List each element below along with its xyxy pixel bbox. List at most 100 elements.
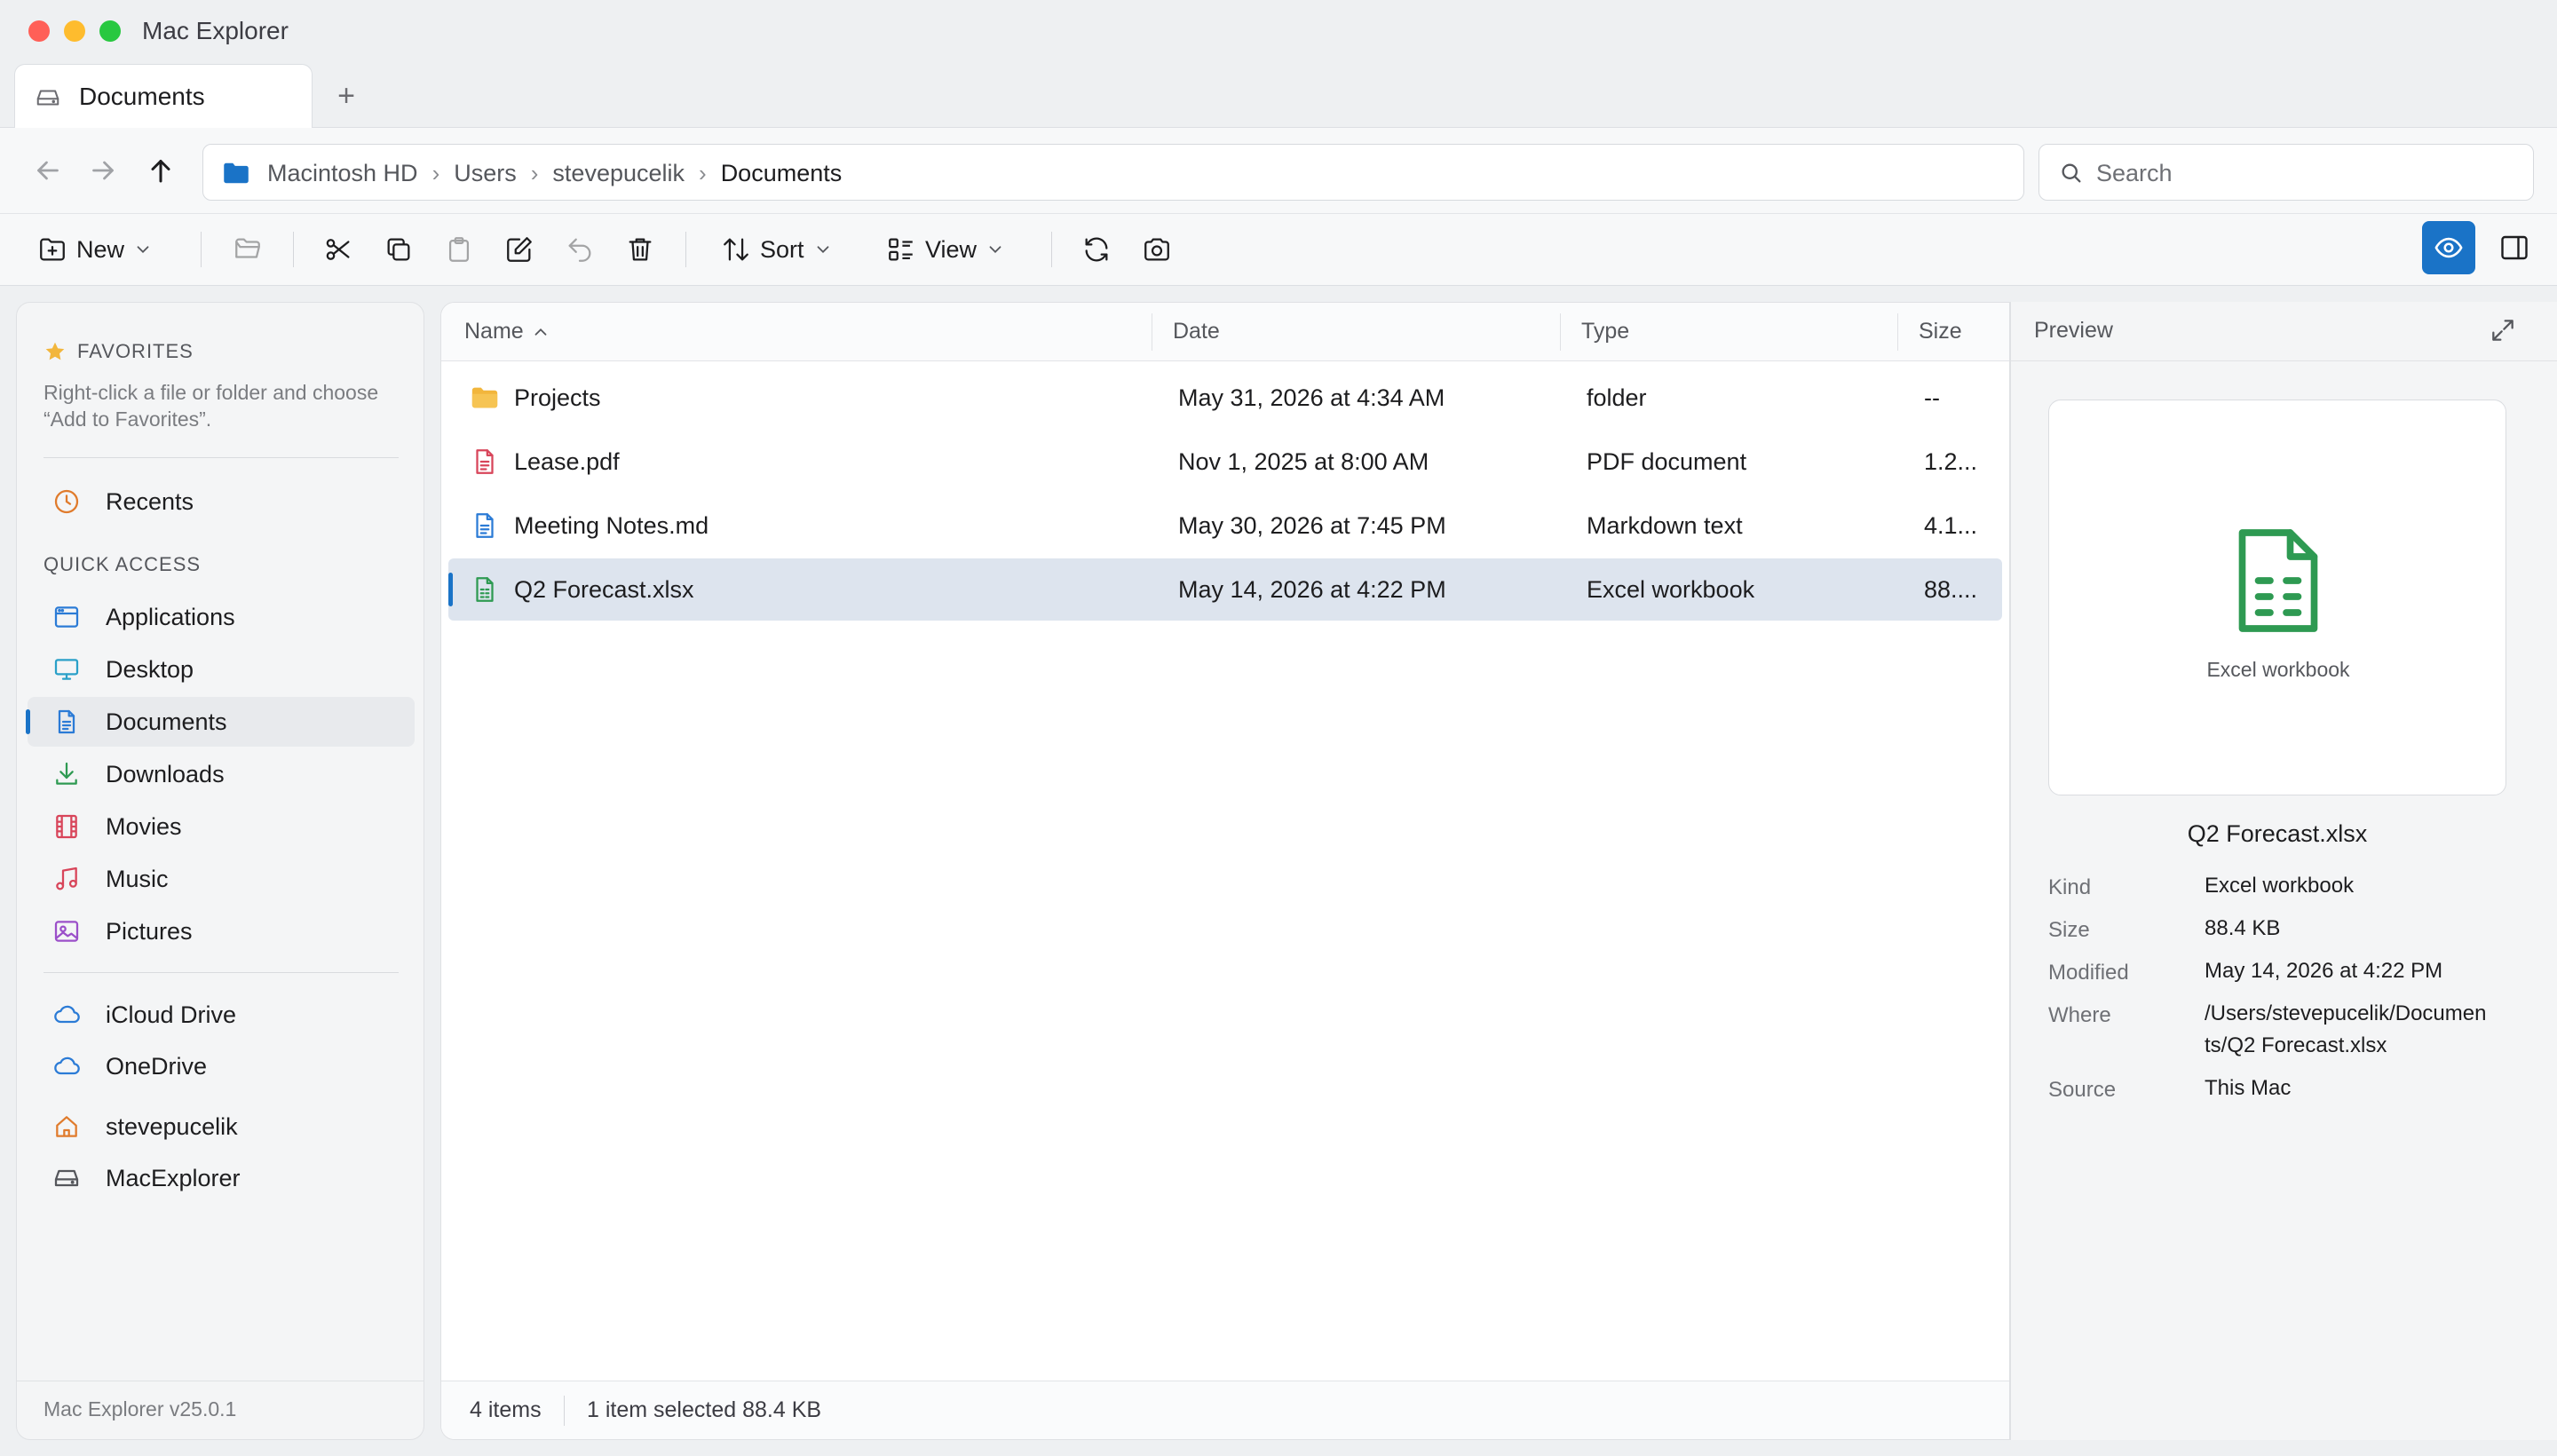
- cloud-icon: [54, 1005, 80, 1024]
- column-header-type[interactable]: Type: [1581, 319, 1629, 344]
- sidebar-item-pictures[interactable]: Pictures: [28, 906, 415, 956]
- sidebar-item-label: Recents: [106, 488, 194, 515]
- trash-icon: [629, 238, 652, 261]
- sidebar-item-onedrive[interactable]: OneDrive: [28, 1041, 415, 1091]
- sidebar: FAVORITES Right-click a file or folder a…: [16, 302, 424, 1440]
- download-icon: [56, 762, 77, 785]
- expand-icon[interactable]: [2489, 316, 2517, 344]
- drive-icon: [36, 90, 59, 106]
- screenshot-button[interactable]: [1142, 228, 1172, 271]
- refresh-button[interactable]: [1081, 228, 1112, 271]
- search-box: [2038, 144, 2534, 201]
- new-tab-button[interactable]: +: [330, 80, 362, 112]
- sort-button-label: Sort: [760, 235, 804, 263]
- preview-toggle-button[interactable]: [2422, 221, 2475, 274]
- file-name: Meeting Notes.md: [514, 512, 709, 539]
- meta-value-size: 88.4 KB: [2205, 916, 2281, 940]
- folder-icon: [471, 387, 498, 408]
- tab-bar: Documents +: [0, 64, 2557, 128]
- file-name: Lease.pdf: [514, 448, 620, 475]
- sidebar-panel-toggle-button[interactable]: [2493, 226, 2536, 269]
- tab-label: Documents: [79, 83, 205, 110]
- chevron-down-icon: [137, 246, 149, 254]
- paste-button[interactable]: [444, 228, 474, 271]
- folder-icon: [224, 162, 249, 184]
- refresh-icon: [1085, 237, 1108, 262]
- up-button[interactable]: [145, 154, 177, 186]
- file-date: May 31, 2026 at 4:34 AM: [1178, 384, 1445, 411]
- sidebar-item-downloads[interactable]: Downloads: [28, 749, 415, 799]
- sidebar-item-movies[interactable]: Movies: [28, 802, 415, 851]
- file-row-q2-forecast[interactable]: Q2 Forecast.xlsx May 14, 2026 at 4:22 PM…: [448, 558, 2002, 621]
- column-header-date[interactable]: Date: [1173, 319, 1220, 344]
- column-header: Name Date Type Size: [441, 303, 2009, 361]
- file-row-meeting-notes[interactable]: Meeting Notes.md May 30, 2026 at 7:45 PM…: [448, 495, 2002, 557]
- clock-icon: [54, 489, 79, 514]
- column-header-label: Date: [1173, 319, 1220, 344]
- version-label: Mac Explorer v25.0.1: [44, 1397, 237, 1420]
- minimize-window-button[interactable]: [64, 20, 85, 42]
- film-icon: [56, 814, 77, 839]
- toolbar-divider: [293, 232, 294, 267]
- search-input[interactable]: [2096, 154, 2513, 193]
- column-divider[interactable]: [1560, 313, 1561, 351]
- new-button[interactable]: New: [37, 228, 153, 271]
- drive-icon: [54, 1169, 79, 1187]
- toolbar-divider: [201, 232, 202, 267]
- file-size: --: [1924, 384, 1940, 411]
- copy-button[interactable]: [384, 228, 414, 271]
- file-row-lease-pdf[interactable]: Lease.pdf Nov 1, 2025 at 8:00 AM PDF doc…: [448, 431, 2002, 493]
- cut-button[interactable]: [323, 228, 353, 271]
- sidebar-item-desktop[interactable]: Desktop: [28, 645, 415, 694]
- column-header-size[interactable]: Size: [1919, 319, 1962, 344]
- breadcrumb-stevepucelik[interactable]: stevepucelik: [540, 160, 697, 187]
- view-button[interactable]: View: [886, 228, 1005, 271]
- sort-button[interactable]: Sort: [721, 228, 833, 271]
- title-bar: Mac Explorer: [0, 0, 2557, 64]
- close-window-button[interactable]: [28, 20, 50, 42]
- zoom-window-button[interactable]: [99, 20, 121, 42]
- sidebar-item-applications[interactable]: Applications: [28, 592, 415, 642]
- file-type: Excel workbook: [1587, 576, 1755, 603]
- panel-icon: [2501, 235, 2528, 260]
- sidebar-item-music[interactable]: Music: [28, 854, 415, 904]
- column-header-name[interactable]: Name: [464, 319, 550, 344]
- sidebar-item-recents[interactable]: Recents: [28, 477, 415, 526]
- meta-key-source: Source: [2048, 1078, 2117, 1102]
- rename-button[interactable]: [504, 228, 534, 271]
- arrow-right-icon: [92, 161, 114, 180]
- sidebar-item-icloud-drive[interactable]: iCloud Drive: [28, 990, 415, 1040]
- back-button[interactable]: [32, 154, 64, 186]
- toolbar: New Sort View: [0, 213, 2557, 286]
- column-divider[interactable]: [1897, 313, 1898, 351]
- new-button-label: New: [76, 235, 125, 263]
- forward-button[interactable]: [87, 154, 119, 186]
- sort-ascending-icon: [534, 328, 547, 336]
- meta-key-modified: Modified: [2048, 961, 2129, 985]
- sidebar-item-label: stevepucelik: [106, 1113, 238, 1140]
- sidebar-item-label: Documents: [106, 708, 227, 735]
- open-folder-button[interactable]: [233, 228, 263, 271]
- tab-documents[interactable]: Documents: [14, 64, 313, 128]
- sidebar-item-documents[interactable]: Documents: [26, 697, 415, 747]
- chevron-down-icon: [989, 246, 1001, 254]
- address-bar[interactable]: Macintosh HD › Users › stevepucelik › Do…: [202, 144, 2024, 201]
- breadcrumb-users[interactable]: Users: [441, 160, 529, 187]
- copy-icon: [387, 238, 410, 261]
- undo-icon: [568, 238, 591, 262]
- spreadsheet-icon: [476, 577, 494, 602]
- undo-button[interactable]: [565, 228, 595, 271]
- sidebar-item-macexplorer[interactable]: MacExplorer: [28, 1153, 415, 1203]
- breadcrumb-documents[interactable]: Documents: [709, 160, 855, 187]
- applications-icon: [54, 606, 79, 628]
- meta-value-where: /Users/stevepucelik/Documents/Q2 Forecas…: [2205, 1001, 2487, 1057]
- favorites-hint: Right-click a file or folder and choose …: [44, 381, 379, 431]
- delete-button[interactable]: [625, 228, 655, 271]
- sidebar-item-stevepucelik[interactable]: stevepucelik: [28, 1102, 415, 1151]
- column-header-label: Size: [1919, 319, 1962, 344]
- arrow-left-icon: [37, 161, 59, 180]
- toolbar-divider: [685, 232, 686, 267]
- meta-key-size: Size: [2048, 918, 2090, 942]
- file-row-projects[interactable]: Projects May 31, 2026 at 4:34 AM folder …: [448, 367, 2002, 429]
- breadcrumb-macintosh-hd[interactable]: Macintosh HD: [255, 160, 431, 187]
